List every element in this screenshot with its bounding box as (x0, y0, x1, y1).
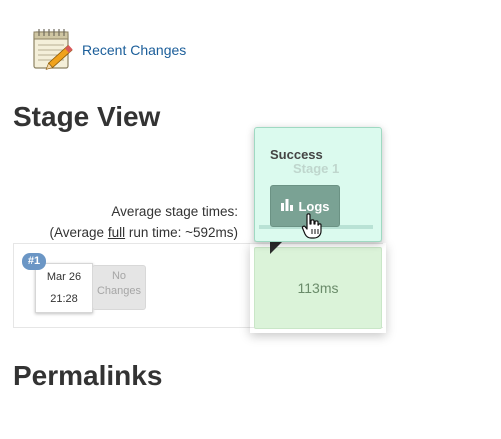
stage-cell[interactable]: 113ms (254, 247, 382, 329)
build-time: 21:28 (50, 293, 78, 305)
bar-chart-icon (280, 198, 294, 214)
build-date: Mar 26 (46, 271, 82, 283)
no-changes-line1: No (111, 270, 127, 282)
popup-stage-name: Stage 1 (293, 161, 340, 176)
average-full-run-time: (Average full run time: ~592ms) (20, 225, 238, 240)
stage-table-border (13, 243, 14, 328)
notepad-icon[interactable] (31, 26, 77, 72)
popup-status: Success (270, 147, 323, 162)
avg-suffix: run time: ~592ms) (125, 225, 238, 240)
average-stage-times-label: Average stage times: (111, 204, 238, 219)
hand-cursor-icon (301, 212, 323, 240)
popup-pointer (270, 240, 284, 254)
stage-view-heading: Stage View (13, 101, 161, 132)
recent-changes-link[interactable]: Recent Changes (82, 42, 186, 58)
permalinks-heading: Permalinks (13, 360, 163, 391)
build-date-card[interactable]: Mar 26 21:28 (35, 263, 93, 313)
no-changes-line2: Changes (96, 285, 142, 297)
build-number-badge[interactable]: #1 (22, 253, 46, 270)
avg-prefix: (Average (49, 225, 108, 240)
no-changes-box[interactable]: No Changes (92, 265, 146, 310)
full-link[interactable]: full (108, 225, 125, 240)
